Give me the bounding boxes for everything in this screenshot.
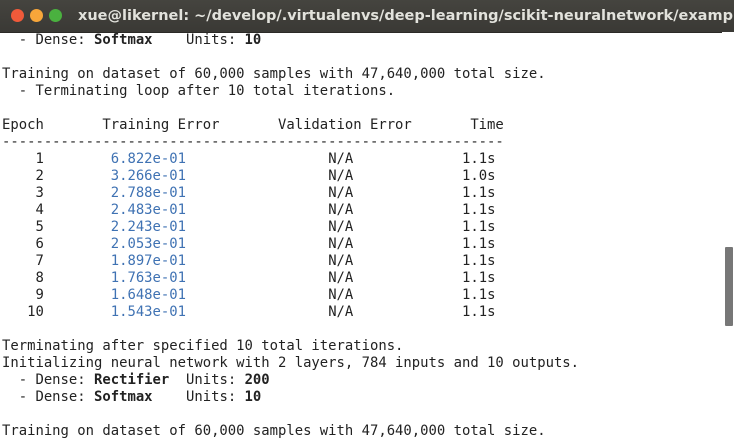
validation-error-cell: N/A <box>328 236 354 252</box>
window-title: xue@likernel: ~/develop/.virtualenvs/dee… <box>78 8 734 24</box>
dense-prefix: - Dense: <box>2 372 94 388</box>
validation-error-cell: N/A <box>328 304 354 320</box>
table-header: Epoch Training Error Validation Error Ti… <box>2 117 504 133</box>
training-error-cell: 1.648e-01 <box>110 287 187 303</box>
units-label: Units: <box>169 372 245 388</box>
table-row: 10 1.543e-01 N/A 1.1s <box>2 304 495 321</box>
units-value: 10 <box>244 32 262 48</box>
table-row: 4 2.483e-01 N/A 1.1s <box>2 202 495 219</box>
table-row: 2 3.266e-01 N/A 1.0s <box>2 168 495 185</box>
epoch-cell: 3 <box>2 185 44 201</box>
terminal-line-dense: - Dense: Softmax Units: 10 <box>2 32 262 49</box>
validation-error-cell: N/A <box>328 185 354 201</box>
training-error-cell: 2.243e-01 <box>110 219 187 235</box>
table-row: 8 1.763e-01 N/A 1.1s <box>2 270 495 287</box>
layer-type: Softmax <box>94 32 153 48</box>
validation-error-cell: N/A <box>328 151 354 167</box>
validation-error-cell: N/A <box>328 287 354 303</box>
epoch-cell: 10 <box>2 304 44 320</box>
training-error-cell: 2.053e-01 <box>110 236 187 252</box>
validation-error-cell: N/A <box>328 168 354 184</box>
time-cell: 1.1s <box>462 202 496 218</box>
time-cell: 1.1s <box>462 253 496 269</box>
close-window-button[interactable] <box>11 9 24 22</box>
maximize-window-button[interactable] <box>49 9 62 22</box>
layer-type: Softmax <box>94 389 153 405</box>
time-cell: 1.1s <box>462 151 496 167</box>
units-value: 200 <box>244 372 270 388</box>
terminal-line-dense-softmax: - Dense: Softmax Units: 10 <box>2 389 262 406</box>
validation-error-cell: N/A <box>328 270 354 286</box>
dense-prefix: - Dense: <box>2 389 94 405</box>
scrollbar-thumb[interactable] <box>725 247 733 326</box>
epoch-cell: 9 <box>2 287 44 303</box>
validation-error-cell: N/A <box>328 219 354 235</box>
window-titlebar: xue@likernel: ~/develop/.virtualenvs/dee… <box>0 0 734 33</box>
time-cell: 1.1s <box>462 236 496 252</box>
time-cell: 1.0s <box>462 168 496 184</box>
table-row: 1 6.822e-01 N/A 1.1s <box>2 151 495 168</box>
scrollbar[interactable] <box>722 32 734 440</box>
units-label: Units: <box>152 389 245 405</box>
time-cell: 1.1s <box>462 185 496 201</box>
training-error-cell: 2.483e-01 <box>110 202 187 218</box>
units-value: 10 <box>244 389 262 405</box>
epoch-cell: 5 <box>2 219 44 235</box>
epoch-cell: 1 <box>2 151 44 167</box>
terminal-line-training-2: Training on dataset of 60,000 samples wi… <box>2 423 546 439</box>
training-error-cell: 1.763e-01 <box>110 270 187 286</box>
training-error-cell: 1.543e-01 <box>110 304 187 320</box>
terminal-line-training: Training on dataset of 60,000 samples wi… <box>2 66 546 82</box>
time-cell: 1.1s <box>462 304 496 320</box>
table-row: 6 2.053e-01 N/A 1.1s <box>2 236 495 253</box>
minimize-window-button[interactable] <box>30 9 43 22</box>
training-error-cell: 1.897e-01 <box>110 253 187 269</box>
time-cell: 1.1s <box>462 287 496 303</box>
epoch-cell: 2 <box>2 168 44 184</box>
epoch-cell: 7 <box>2 253 44 269</box>
terminal-line-terminating-loop: - Terminating loop after 10 total iterat… <box>2 83 396 99</box>
epoch-cell: 8 <box>2 270 44 286</box>
time-cell: 1.1s <box>462 219 496 235</box>
dense-prefix: - Dense: <box>2 32 94 48</box>
table-row: 5 2.243e-01 N/A 1.1s <box>2 219 495 236</box>
validation-error-cell: N/A <box>328 202 354 218</box>
table-row: 3 2.788e-01 N/A 1.1s <box>2 185 495 202</box>
time-cell: 1.1s <box>462 270 496 286</box>
training-error-cell: 2.788e-01 <box>110 185 187 201</box>
table-row: 7 1.897e-01 N/A 1.1s <box>2 253 495 270</box>
table-row: 9 1.648e-01 N/A 1.1s <box>2 287 495 304</box>
terminal-output[interactable]: - Dense: Softmax Units: 10 Training on d… <box>0 32 722 440</box>
epoch-cell: 6 <box>2 236 44 252</box>
terminal-line-terminating-after: Terminating after specified 10 total ite… <box>2 338 404 354</box>
terminal-line-dense-rectifier: - Dense: Rectifier Units: 200 <box>2 372 270 389</box>
layer-type: Rectifier <box>94 372 170 388</box>
validation-error-cell: N/A <box>328 253 354 269</box>
units-label: Units: <box>152 32 245 48</box>
terminal-line-initializing: Initializing neural network with 2 layer… <box>2 355 580 371</box>
training-error-cell: 3.266e-01 <box>110 168 187 184</box>
table-divider: ----------------------------------------… <box>2 134 504 150</box>
epoch-cell: 4 <box>2 202 44 218</box>
training-error-cell: 6.822e-01 <box>110 151 187 167</box>
